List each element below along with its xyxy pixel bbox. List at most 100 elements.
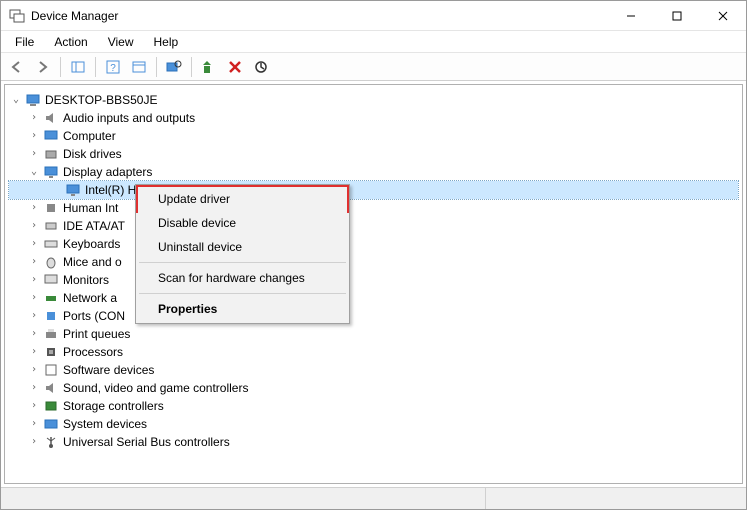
tree-category[interactable]: ›Ports (CON	[9, 307, 738, 325]
tree-category[interactable]: › Mice and o	[9, 253, 738, 271]
tree-label: Mice and o	[63, 253, 122, 271]
tree-root-label: DESKTOP-BBS50JE	[45, 91, 158, 109]
system-icon	[43, 416, 59, 432]
usb-icon	[43, 434, 59, 450]
expander-icon[interactable]: ⌄	[9, 91, 23, 109]
tree-label: IDE ATA/AT	[63, 217, 125, 235]
help-button[interactable]: ?	[101, 56, 125, 78]
status-cell	[486, 488, 746, 509]
menu-file[interactable]: File	[7, 33, 42, 51]
expander-icon[interactable]: ⌄	[27, 163, 41, 181]
tree-category[interactable]: › Processors	[9, 343, 738, 361]
window-title: Device Manager	[31, 9, 118, 23]
tree-category[interactable]: › Computer	[9, 127, 738, 145]
window-controls	[608, 1, 746, 30]
tree-category[interactable]: ›Storage controllers	[9, 397, 738, 415]
tree-label: Processors	[63, 343, 123, 361]
tree-label: Computer	[63, 127, 116, 145]
tree-category[interactable]: › Audio inputs and outputs	[9, 109, 738, 127]
expander-icon[interactable]: ›	[27, 433, 41, 451]
svg-text:?: ?	[110, 63, 116, 74]
cpu-icon	[43, 344, 59, 360]
software-icon	[43, 362, 59, 378]
disable-button[interactable]	[249, 56, 273, 78]
tree-label: Print queues	[63, 325, 130, 343]
tree-root[interactable]: ⌄ DESKTOP-BBS50JE	[9, 91, 738, 109]
tree-label: Network a	[63, 289, 117, 307]
context-menu-update-driver[interactable]: Update driver	[136, 185, 349, 213]
ide-icon	[43, 218, 59, 234]
update-driver-button[interactable]	[197, 56, 221, 78]
content-pane: ⌄ DESKTOP-BBS50JE › Audio inputs and outp…	[4, 84, 743, 484]
expander-icon[interactable]: ›	[27, 325, 41, 343]
tree-category[interactable]: › Print queues	[9, 325, 738, 343]
tree-category[interactable]: › Disk drives	[9, 145, 738, 163]
context-menu-uninstall-device[interactable]: Uninstall device	[138, 235, 347, 259]
monitor-icon	[43, 272, 59, 288]
tree-category[interactable]: › Network a	[9, 289, 738, 307]
context-menu-properties[interactable]: Properties	[138, 297, 347, 321]
tree-label: Universal Serial Bus controllers	[63, 433, 230, 451]
expander-icon[interactable]: ›	[27, 397, 41, 415]
minimize-button[interactable]	[608, 1, 654, 30]
storage-icon	[43, 398, 59, 414]
audio-icon	[43, 110, 59, 126]
expander-icon[interactable]: ›	[27, 127, 41, 145]
menubar: File Action View Help	[1, 31, 746, 53]
context-menu-separator	[139, 293, 346, 294]
display-icon	[65, 182, 81, 198]
context-menu: Update driver Disable device Uninstall d…	[135, 184, 350, 324]
uninstall-button[interactable]	[223, 56, 247, 78]
expander-icon[interactable]: ›	[27, 415, 41, 433]
tree-label: Audio inputs and outputs	[63, 109, 195, 127]
tree-category[interactable]: ›Keyboards	[9, 235, 738, 253]
maximize-button[interactable]	[654, 1, 700, 30]
tree-category-display-adapters[interactable]: ⌄ Display adapters	[9, 163, 738, 181]
computer-icon	[25, 92, 41, 108]
sound-icon	[43, 380, 59, 396]
menu-action[interactable]: Action	[46, 33, 95, 51]
status-cell	[1, 488, 486, 509]
tree-category[interactable]: › IDE ATA/AT	[9, 217, 738, 235]
context-menu-scan-hardware[interactable]: Scan for hardware changes	[138, 266, 347, 290]
expander-icon[interactable]: ›	[27, 307, 41, 325]
expander-icon[interactable]: ›	[27, 379, 41, 397]
expander-icon[interactable]: ›	[27, 289, 41, 307]
context-menu-disable-device[interactable]: Disable device	[138, 211, 347, 235]
expander-icon	[49, 181, 63, 199]
tree-category[interactable]: ›Sound, video and game controllers	[9, 379, 738, 397]
close-button[interactable]	[700, 1, 746, 30]
tree-device-intel-hd-graphics[interactable]: Intel(R) HD Graphics 4600	[9, 181, 738, 199]
tree-label: Human Int	[63, 199, 118, 217]
forward-button[interactable]	[31, 56, 55, 78]
tree-label: Display adapters	[63, 163, 152, 181]
statusbar	[1, 487, 746, 509]
tree-category[interactable]: ›Monitors	[9, 271, 738, 289]
expander-icon[interactable]: ›	[27, 217, 41, 235]
tree-label: Disk drives	[63, 145, 122, 163]
tree-category[interactable]: › Universal Serial Bus controllers	[9, 433, 738, 451]
expander-icon[interactable]: ›	[27, 145, 41, 163]
expander-icon[interactable]: ›	[27, 343, 41, 361]
device-tree[interactable]: ⌄ DESKTOP-BBS50JE › Audio inputs and outp…	[5, 85, 742, 457]
expander-icon[interactable]: ›	[27, 109, 41, 127]
properties-button[interactable]	[127, 56, 151, 78]
expander-icon[interactable]: ›	[27, 253, 41, 271]
expander-icon[interactable]: ›	[27, 199, 41, 217]
titlebar: Device Manager	[1, 1, 746, 31]
menu-view[interactable]: View	[100, 33, 142, 51]
expander-icon[interactable]: ›	[27, 361, 41, 379]
tree-category[interactable]: ›Software devices	[9, 361, 738, 379]
show-hide-tree-button[interactable]	[66, 56, 90, 78]
mouse-icon	[43, 254, 59, 270]
menu-help[interactable]: Help	[146, 33, 187, 51]
device-manager-window: Device Manager File Action View Help ? ⌄	[0, 0, 747, 510]
toolbar-divider	[191, 57, 192, 77]
tree-category[interactable]: ›System devices	[9, 415, 738, 433]
expander-icon[interactable]: ›	[27, 235, 41, 253]
keyboard-icon	[43, 236, 59, 252]
expander-icon[interactable]: ›	[27, 271, 41, 289]
back-button[interactable]	[5, 56, 29, 78]
scan-hardware-button[interactable]	[162, 56, 186, 78]
tree-category[interactable]: › Human Int	[9, 199, 738, 217]
